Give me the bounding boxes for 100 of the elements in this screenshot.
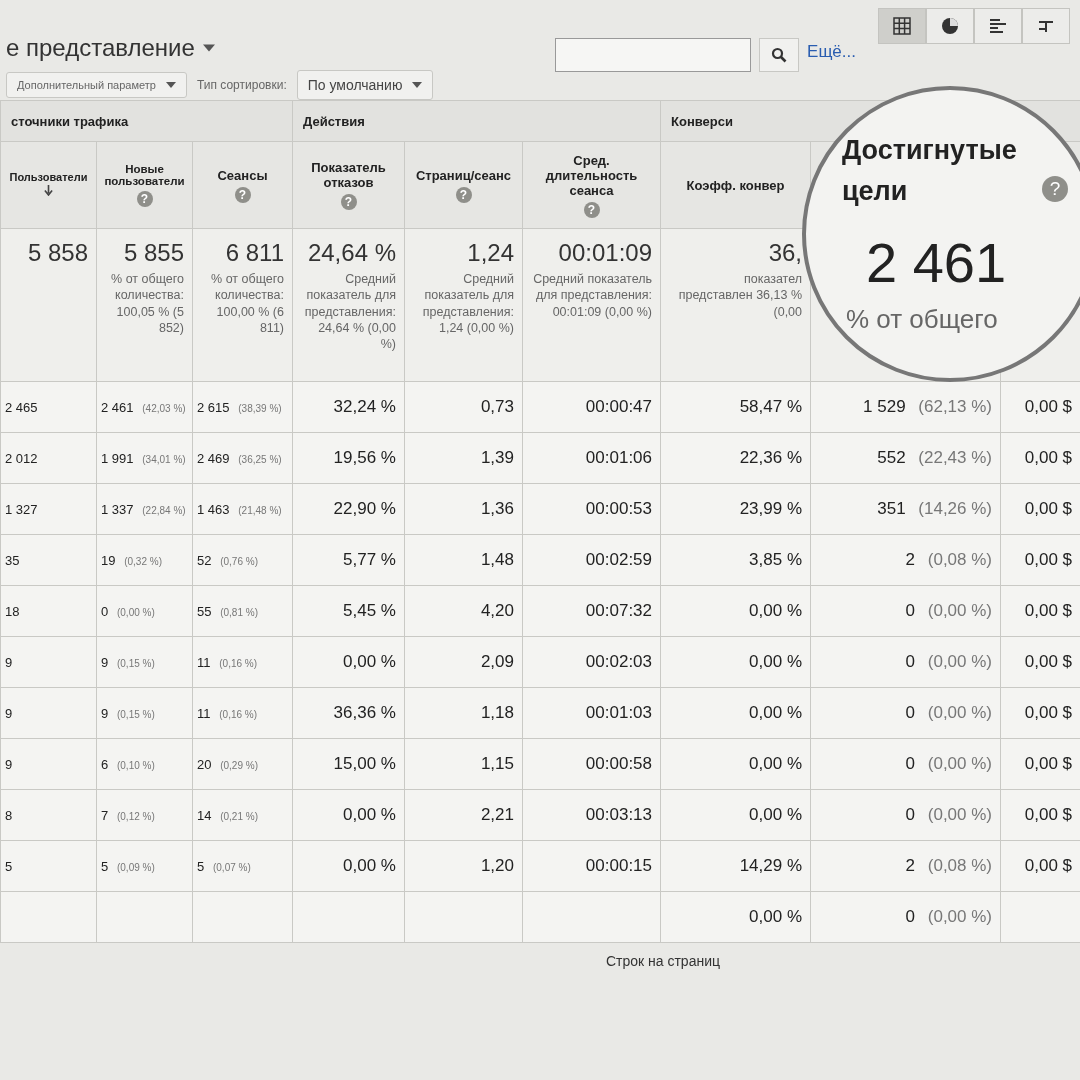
table-cell: 2,21 [480, 805, 514, 824]
more-link[interactable]: Ещё... [807, 42, 856, 62]
table-cell: 9 [101, 655, 109, 670]
table-cell: 552 [877, 448, 906, 467]
column-group-header: сточники трафика [0, 100, 293, 142]
total-value: 24,64 % [306, 239, 396, 267]
table-cell: 20 [197, 757, 212, 772]
share-value: (0,76 %) [220, 556, 258, 567]
sort-dropdown[interactable]: По умолчанию [296, 70, 434, 100]
table-cell: 0,00 $ [1024, 397, 1073, 416]
share-value: (0,10 %) [116, 760, 155, 771]
table-cell: 4,20 [480, 601, 514, 620]
table-cell: 0,00 $ [1024, 601, 1073, 620]
table-cell: 1 529 [863, 397, 906, 416]
share-value: (0,16 %) [219, 658, 258, 669]
share-value: (0,29 %) [220, 760, 258, 771]
table-cell: 2 [905, 550, 916, 569]
table-cell: 0,00 % [343, 652, 396, 671]
table-cell: 0,00 % [749, 703, 803, 722]
table-cell: 00:00:47 [585, 397, 653, 416]
share-value: (0,32 %) [124, 556, 162, 567]
share-value: (34,01 %) [142, 454, 186, 465]
column-header[interactable]: Страниц/сеанс [411, 167, 516, 183]
table-cell: 22,36 % [739, 448, 803, 467]
magnified-total-note: % от общего [846, 304, 998, 335]
table-cell: 0,00 % [343, 805, 396, 824]
table-cell: 1 991 [101, 451, 134, 466]
search-icon [771, 47, 788, 63]
table-cell: 0,00 $ [1024, 754, 1073, 773]
sort-arrow-icon[interactable] [44, 185, 53, 196]
table-cell: 00:00:58 [585, 754, 653, 773]
table-cell: 00:00:53 [585, 499, 653, 518]
total-note: % от общего количества: 100,00 % (6 811) [210, 271, 284, 336]
view-title[interactable]: е представление [6, 34, 195, 62]
table-cell: 1,48 [480, 550, 514, 569]
view-toggle-button[interactable] [1022, 8, 1070, 44]
share-value: (36,25 %) [238, 454, 282, 465]
table-cell: 9 [5, 655, 13, 670]
help-icon: ? [1042, 176, 1068, 202]
total-note: Средний показатель для представления: 1,24 (0,00 %) [421, 271, 514, 336]
table-cell: 0,00 % [749, 601, 803, 620]
table-cell: 1,18 [480, 703, 514, 722]
table-cell: 00:03:13 [585, 805, 653, 824]
table-cell: 9 [5, 706, 13, 721]
table-cell: 1,36 [480, 499, 514, 518]
table-cell: 1,15 [480, 754, 514, 773]
total-value: 6 811 [224, 239, 284, 267]
table-cell: 0,00 % [749, 805, 803, 824]
share-value: (22,43 %) [918, 448, 993, 467]
table-cell: 9 [5, 757, 13, 772]
table-cell: 00:00:15 [585, 856, 653, 875]
column-header[interactable]: Пользователи [7, 171, 90, 183]
table-cell: 0,00 $ [1024, 856, 1073, 875]
table-cell: 0,00 % [749, 754, 803, 773]
table-cell: 58,47 % [739, 397, 803, 416]
table-cell: 11 [197, 706, 211, 721]
column-header[interactable]: Сред. длительность сеанса [529, 152, 655, 198]
table-cell: 36,36 % [333, 703, 396, 722]
share-value: (0,81 %) [220, 607, 258, 618]
share-value: (14,26 %) [918, 499, 993, 518]
caret-icon[interactable] [202, 44, 215, 52]
table-cell: 2 012 [5, 451, 38, 466]
share-value: (62,13 %) [918, 397, 993, 416]
table-cell: 35 [5, 553, 20, 568]
secondary-dimension-dropdown[interactable]: Дополнительный параметр [6, 72, 187, 98]
share-value: (0,15 %) [116, 658, 155, 669]
table-cell: 55 [197, 604, 212, 619]
table-cell: 0 [905, 907, 916, 926]
column-group-header: Действия [292, 100, 661, 142]
share-value: (22,84 %) [142, 505, 186, 516]
table-cell: 2,09 [480, 652, 514, 671]
table-cell: 351 [877, 499, 906, 518]
table-cell: 1 463 [197, 502, 230, 517]
search-button[interactable] [759, 38, 800, 72]
share-value: (0,00 %) [927, 907, 993, 926]
table-cell: 5,77 % [343, 550, 396, 569]
column-header[interactable]: Сеансы [199, 167, 286, 183]
table-cell: 19 [101, 553, 116, 568]
caret-icon [165, 82, 176, 88]
table-cell: 5,45 % [343, 601, 396, 620]
share-value: (0,08 %) [927, 550, 993, 569]
share-value: (0,00 %) [927, 652, 993, 671]
view-toggle-button[interactable] [974, 8, 1022, 44]
view-toggle-button[interactable] [878, 8, 926, 44]
bar-list-icon [989, 17, 1007, 35]
table-cell: 11 [197, 655, 211, 670]
total-note: показател представлен 36,13 % (0,00 [677, 271, 803, 320]
table-cell: 9 [101, 706, 109, 721]
table-cell: 0 [905, 703, 916, 722]
table-cell: 2 465 [5, 400, 38, 415]
table-cell: 14,29 % [739, 856, 803, 875]
column-header[interactable]: Коэфф. конвер [667, 177, 805, 193]
table-cell: 23,99 % [739, 499, 803, 518]
share-value: (21,48 %) [238, 505, 282, 516]
column-header[interactable]: Новые пользователи [103, 163, 186, 187]
share-value: (0,12 %) [116, 811, 155, 822]
table-cell: 0 [905, 601, 916, 620]
view-toggle-button[interactable] [926, 8, 974, 44]
search-field[interactable] [555, 38, 752, 72]
column-header[interactable]: Показатель отказов [299, 160, 398, 190]
